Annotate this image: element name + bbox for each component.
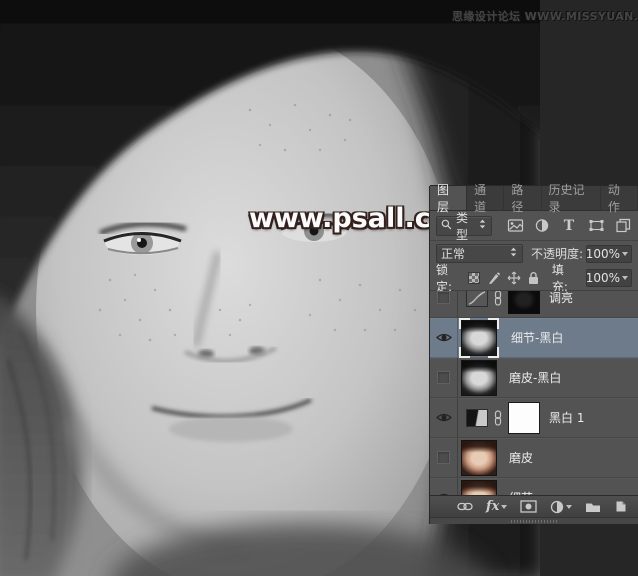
layer-row-heibai-1[interactable]: 黑白 1 bbox=[430, 398, 638, 438]
caret-down-icon bbox=[622, 276, 628, 280]
caret-down-icon bbox=[566, 505, 572, 509]
filter-pixel-layers-button[interactable] bbox=[506, 218, 524, 234]
caret-down-icon bbox=[622, 252, 628, 256]
blend-row: 正常 不透明度: 100% bbox=[430, 241, 638, 266]
black-white-adjustment-icon[interactable] bbox=[466, 409, 488, 427]
site-watermark: 思缘设计论坛 WWW.MISSYUAN.COM bbox=[452, 8, 636, 24]
visibility-off-well bbox=[437, 371, 450, 384]
eye-icon bbox=[436, 412, 452, 423]
layer-style-button[interactable]: fx bbox=[486, 499, 507, 515]
new-layer-button[interactable] bbox=[614, 499, 627, 515]
link-icon bbox=[457, 501, 473, 512]
layer-visibility-toggle[interactable] bbox=[430, 318, 458, 357]
visibility-off-well bbox=[437, 291, 450, 304]
filter-kind-label: 类型 bbox=[456, 209, 474, 243]
adjustment-circle-icon bbox=[550, 500, 564, 514]
lock-transparency-button[interactable] bbox=[467, 271, 480, 286]
search-icon bbox=[441, 219, 452, 233]
fx-icon: fx bbox=[486, 499, 499, 514]
photoshop-screenshot: 思缘设计论坛 WWW.MISSYUAN.COM www.psall.com 图层… bbox=[0, 0, 638, 576]
layer-name: 调亮 bbox=[549, 291, 573, 306]
filter-type-layers-button[interactable]: T bbox=[560, 218, 578, 234]
layer-name: 磨皮 bbox=[509, 449, 533, 466]
move-icon bbox=[507, 271, 521, 285]
brush-icon bbox=[487, 271, 501, 285]
filter-adjustment-layers-button[interactable] bbox=[533, 218, 551, 234]
blend-mode-value: 正常 bbox=[441, 245, 505, 262]
updown-arrows-icon bbox=[478, 218, 487, 233]
layer-thumbnail[interactable] bbox=[461, 440, 497, 476]
layer-visibility-toggle[interactable] bbox=[430, 358, 458, 397]
new-layer-icon bbox=[614, 500, 627, 513]
tab-layers[interactable]: 图层 bbox=[430, 186, 467, 210]
layer-visibility-toggle[interactable] bbox=[430, 291, 458, 317]
lock-icon bbox=[527, 271, 540, 285]
lock-paint-button[interactable] bbox=[487, 271, 501, 286]
chain-link-icon bbox=[493, 291, 503, 306]
layer-mask-thumbnail[interactable] bbox=[508, 402, 540, 434]
layer-mask-thumbnail[interactable] bbox=[508, 291, 540, 314]
tab-paths[interactable]: 路径 bbox=[504, 186, 541, 210]
checkerboard-icon bbox=[468, 272, 480, 284]
chain-link-icon bbox=[493, 410, 503, 426]
fill-label: 填充: bbox=[552, 261, 577, 295]
layer-row-mopi-heibai[interactable]: 磨皮-黑白 bbox=[430, 358, 638, 398]
caret-down-icon bbox=[501, 505, 507, 509]
fill-value[interactable]: 100% bbox=[586, 269, 632, 287]
lock-label: 锁定: bbox=[436, 261, 461, 295]
lock-row: 锁定: 填充: 100% bbox=[430, 266, 638, 291]
curves-adjustment-icon[interactable] bbox=[466, 291, 488, 307]
layer-thumbnail[interactable] bbox=[461, 480, 497, 496]
filter-icon-group: T bbox=[506, 218, 632, 234]
mask-icon bbox=[520, 500, 537, 513]
layer-name: 黑白 1 bbox=[549, 409, 584, 426]
filter-smart-object-button[interactable] bbox=[614, 218, 632, 234]
layer-visibility-toggle[interactable] bbox=[430, 438, 458, 477]
opacity-value-text: 100% bbox=[586, 247, 620, 261]
new-group-button[interactable] bbox=[585, 499, 601, 515]
eye-icon bbox=[436, 492, 452, 495]
panel-footer: fx bbox=[430, 495, 638, 517]
lock-all-button[interactable] bbox=[527, 271, 540, 286]
link-layers-button[interactable] bbox=[457, 499, 473, 515]
layer-thumbnail[interactable] bbox=[461, 360, 497, 396]
updown-arrows-icon bbox=[509, 246, 518, 261]
layer-row-mopi[interactable]: 磨皮 bbox=[430, 438, 638, 478]
layer-visibility-toggle[interactable] bbox=[430, 478, 458, 495]
new-adjustment-layer-button[interactable] bbox=[550, 499, 572, 515]
eye-icon bbox=[436, 332, 452, 343]
add-layer-mask-button[interactable] bbox=[520, 499, 537, 515]
filter-shape-layers-button[interactable] bbox=[587, 218, 605, 234]
layers-panel: 图层 通道 路径 历史记录 动作 类型 bbox=[430, 186, 638, 524]
folder-icon bbox=[585, 501, 601, 513]
opacity-value[interactable]: 100% bbox=[586, 245, 632, 263]
tab-channels[interactable]: 通道 bbox=[467, 186, 504, 210]
tab-actions[interactable]: 动作 bbox=[601, 186, 638, 210]
layer-row-tiaoliang[interactable]: 调亮 bbox=[430, 291, 638, 318]
layer-list: 调亮 细节-黑白 磨皮-黑白 bbox=[430, 291, 638, 495]
layer-name: 细节 bbox=[509, 489, 533, 495]
layer-row-xijie[interactable]: 细节 bbox=[430, 478, 638, 495]
layer-filter-row: 类型 T bbox=[430, 211, 638, 241]
tab-history[interactable]: 历史记录 bbox=[542, 186, 601, 210]
opacity-label: 不透明度: bbox=[531, 245, 583, 262]
layer-row-xijie-heibai[interactable]: 细节-黑白 bbox=[430, 318, 638, 358]
panel-tab-bar: 图层 通道 路径 历史记录 动作 bbox=[430, 186, 638, 211]
fill-value-text: 100% bbox=[586, 271, 620, 285]
visibility-off-well bbox=[437, 451, 450, 464]
selected-thumbnail-frame bbox=[459, 318, 499, 358]
panel-resize-grip[interactable] bbox=[430, 517, 638, 524]
layer-visibility-toggle[interactable] bbox=[430, 398, 458, 437]
layer-thumbnail[interactable] bbox=[461, 320, 497, 356]
layer-name: 磨皮-黑白 bbox=[509, 369, 561, 386]
filter-kind-combo[interactable]: 类型 bbox=[436, 216, 492, 236]
lock-position-button[interactable] bbox=[507, 271, 521, 286]
layer-name: 细节-黑白 bbox=[511, 329, 563, 346]
